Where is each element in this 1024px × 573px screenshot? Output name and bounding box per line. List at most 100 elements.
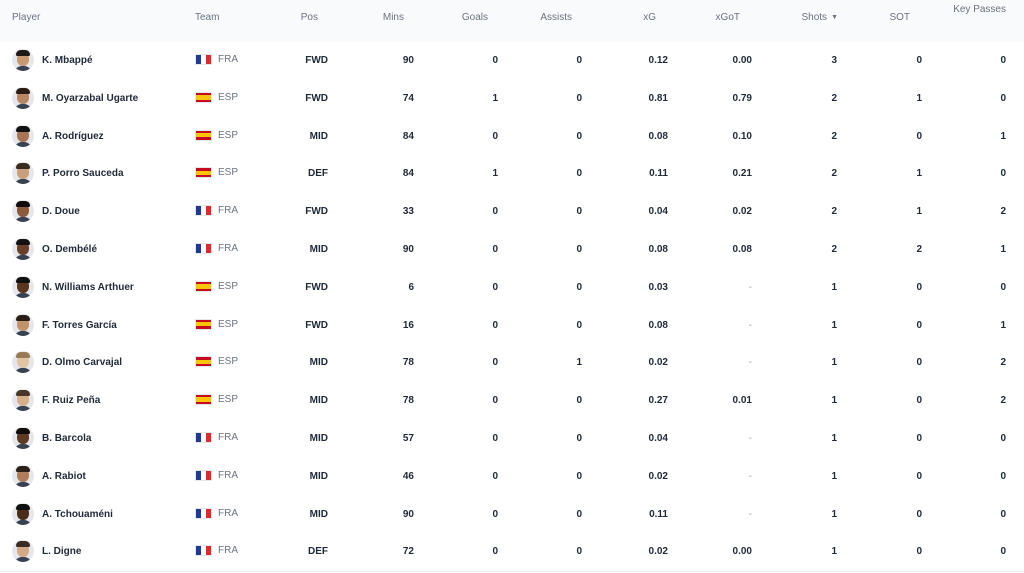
table-row[interactable]: A. Rodríguez ESP MID 84 0 0 0.08 0.10 2 0 1 — [0, 117, 1024, 157]
flag-spain-icon — [195, 91, 212, 103]
player-name[interactable]: A. Rabiot — [42, 470, 86, 484]
header-shots-wrap[interactable]: Shots ▼ — [790, 11, 838, 25]
player-stats-table: Player Team Pos Mins Goals Assists xG xG… — [0, 0, 1024, 573]
flag-spain-icon — [195, 167, 212, 179]
mins-cell: 16 — [402, 319, 414, 331]
player-name[interactable]: F. Ruiz Peña — [42, 394, 100, 408]
player-name[interactable]: D. Doue — [42, 205, 80, 219]
player-name[interactable]: M. Oyarzabal Ugarte — [42, 92, 138, 106]
key-passes-cell: 2 — [1000, 206, 1006, 218]
team-code: ESP — [218, 167, 239, 179]
shots-cell: 2 — [831, 244, 837, 255]
team-code: FRA — [218, 469, 238, 481]
assists-cell: 0 — [576, 206, 582, 218]
position-cell: FWD — [305, 319, 328, 331]
key-passes-cell: 1 — [1000, 319, 1006, 331]
xgot-cell: - — [748, 433, 752, 444]
position-cell: DEF — [308, 546, 328, 558]
table-row[interactable]: O. Dembélé FRA MID 90 0 0 0.08 0.08 2 2 1 — [0, 231, 1024, 270]
team-code: FRA — [218, 243, 238, 254]
table-row[interactable]: L. Digne FRA DEF 72 0 0 0.02 0.00 1 0 0 — [0, 533, 1024, 573]
xg-cell: 0.03 — [648, 281, 668, 293]
table-row[interactable]: M. Oyarzabal Ugarte ESP FWD 74 1 0 0.81 0.79 2 1 0 — [0, 79, 1024, 119]
team-code: ESP — [218, 394, 239, 406]
header-xgot[interactable]: xGoT — [700, 11, 740, 25]
table-header: Player Team Pos Mins Goals Assists xG xG… — [0, 0, 1024, 43]
mins-cell: 78 — [402, 395, 414, 407]
table-row[interactable]: A. Rabiot FRA MID 46 0 0 0.02 - 1 0 0 — [0, 457, 1024, 497]
mins-cell: 57 — [402, 433, 414, 444]
goals-cell: 0 — [492, 55, 498, 66]
xg-cell: 0.12 — [648, 55, 668, 66]
player-name[interactable]: O. Dembélé — [42, 243, 97, 257]
position-cell: MID — [309, 130, 328, 142]
mins-cell: 72 — [402, 546, 414, 558]
header-xg[interactable]: xG — [620, 11, 656, 25]
player-name[interactable]: N. Williams Arthuer — [42, 281, 134, 295]
assists-cell: 0 — [576, 244, 582, 255]
avatar — [12, 86, 34, 109]
header-key-passes[interactable]: Key Passes — [940, 3, 1006, 17]
player-name[interactable]: A. Rodríguez — [42, 130, 104, 144]
player-name[interactable]: B. Barcola — [42, 432, 91, 446]
header-sot[interactable]: SOT — [880, 11, 910, 25]
header-team[interactable]: Team — [195, 11, 219, 25]
table-row[interactable]: D. Doue FRA FWD 33 0 0 0.04 0.02 2 1 2 — [0, 193, 1024, 233]
shots-cell: 2 — [831, 168, 837, 180]
table-row[interactable]: K. Mbappé FRA FWD 90 0 0 0.12 0.00 3 0 0 — [0, 42, 1024, 81]
table-row[interactable]: B. Barcola FRA MID 57 0 0 0.04 - 1 0 0 — [0, 420, 1024, 459]
header-mins[interactable]: Mins — [364, 11, 404, 25]
header-pos[interactable]: Pos — [290, 11, 318, 25]
table-row[interactable]: P. Porro Sauceda ESP DEF 84 1 0 0.11 0.21 2 1 0 — [0, 155, 1024, 195]
goals-cell: 1 — [492, 92, 498, 104]
table-row[interactable]: F. Ruiz Peña ESP MID 78 0 0 0.27 0.01 1 0 2 — [0, 382, 1024, 422]
sot-cell: 1 — [916, 206, 922, 218]
header-player[interactable]: Player — [12, 11, 40, 25]
flag-france-icon — [195, 205, 212, 217]
xgot-cell: 0.79 — [732, 92, 752, 104]
table-row[interactable]: F. Torres García ESP FWD 16 0 0 0.08 - 1 0 1 — [0, 306, 1024, 346]
table-row[interactable]: N. Williams Arthuer ESP FWD 6 0 0 0.03 - 1 0 0 — [0, 268, 1024, 308]
shots-cell: 1 — [831, 395, 837, 407]
xgot-cell: 0.00 — [732, 55, 752, 66]
table-row[interactable]: A. Tchouaméni FRA MID 90 0 0 0.11 - 1 0 0 — [0, 495, 1024, 535]
xgot-cell: 0.10 — [732, 130, 752, 142]
flag-france-icon — [195, 243, 212, 254]
mins-cell: 6 — [408, 281, 414, 293]
assists-cell: 0 — [576, 92, 582, 104]
goals-cell: 0 — [492, 281, 498, 293]
player-name[interactable]: A. Tchouaméni — [42, 508, 113, 522]
key-passes-cell: 0 — [1000, 546, 1006, 558]
player-name[interactable]: F. Torres García — [42, 319, 117, 333]
shots-cell: 1 — [831, 546, 837, 558]
player-name[interactable]: P. Porro Sauceda — [42, 167, 124, 181]
position-cell: MID — [309, 433, 328, 444]
key-passes-cell: 0 — [1000, 92, 1006, 104]
header-shots: Shots — [801, 12, 828, 23]
shots-cell: 2 — [831, 130, 837, 142]
header-assists[interactable]: Assists — [520, 11, 572, 25]
flag-spain-icon — [195, 280, 212, 292]
flag-france-icon — [195, 469, 212, 481]
player-name[interactable]: K. Mbappé — [42, 54, 93, 68]
mins-cell: 46 — [402, 470, 414, 482]
avatar — [12, 351, 34, 374]
table-row[interactable]: D. Olmo Carvajal ESP MID 78 0 1 0.02 - 1 0 2 — [0, 344, 1024, 384]
sot-cell: 0 — [916, 546, 922, 558]
avatar — [12, 427, 34, 449]
xgot-cell: - — [748, 319, 752, 331]
xg-cell: 0.04 — [648, 433, 668, 444]
shots-cell: 2 — [831, 206, 837, 218]
team-code: FRA — [218, 205, 238, 217]
player-name[interactable]: D. Olmo Carvajal — [42, 356, 122, 370]
position-cell: MID — [309, 508, 328, 520]
mins-cell: 90 — [402, 55, 414, 66]
assists-cell: 0 — [576, 281, 582, 293]
shots-cell: 1 — [831, 281, 837, 293]
header-goals[interactable]: Goals — [448, 11, 488, 25]
player-name[interactable]: L. Digne — [42, 545, 81, 559]
xgot-cell: 0.08 — [732, 244, 752, 255]
assists-cell: 0 — [576, 508, 582, 520]
xg-cell: 0.81 — [648, 92, 668, 104]
position-cell: FWD — [305, 206, 328, 218]
